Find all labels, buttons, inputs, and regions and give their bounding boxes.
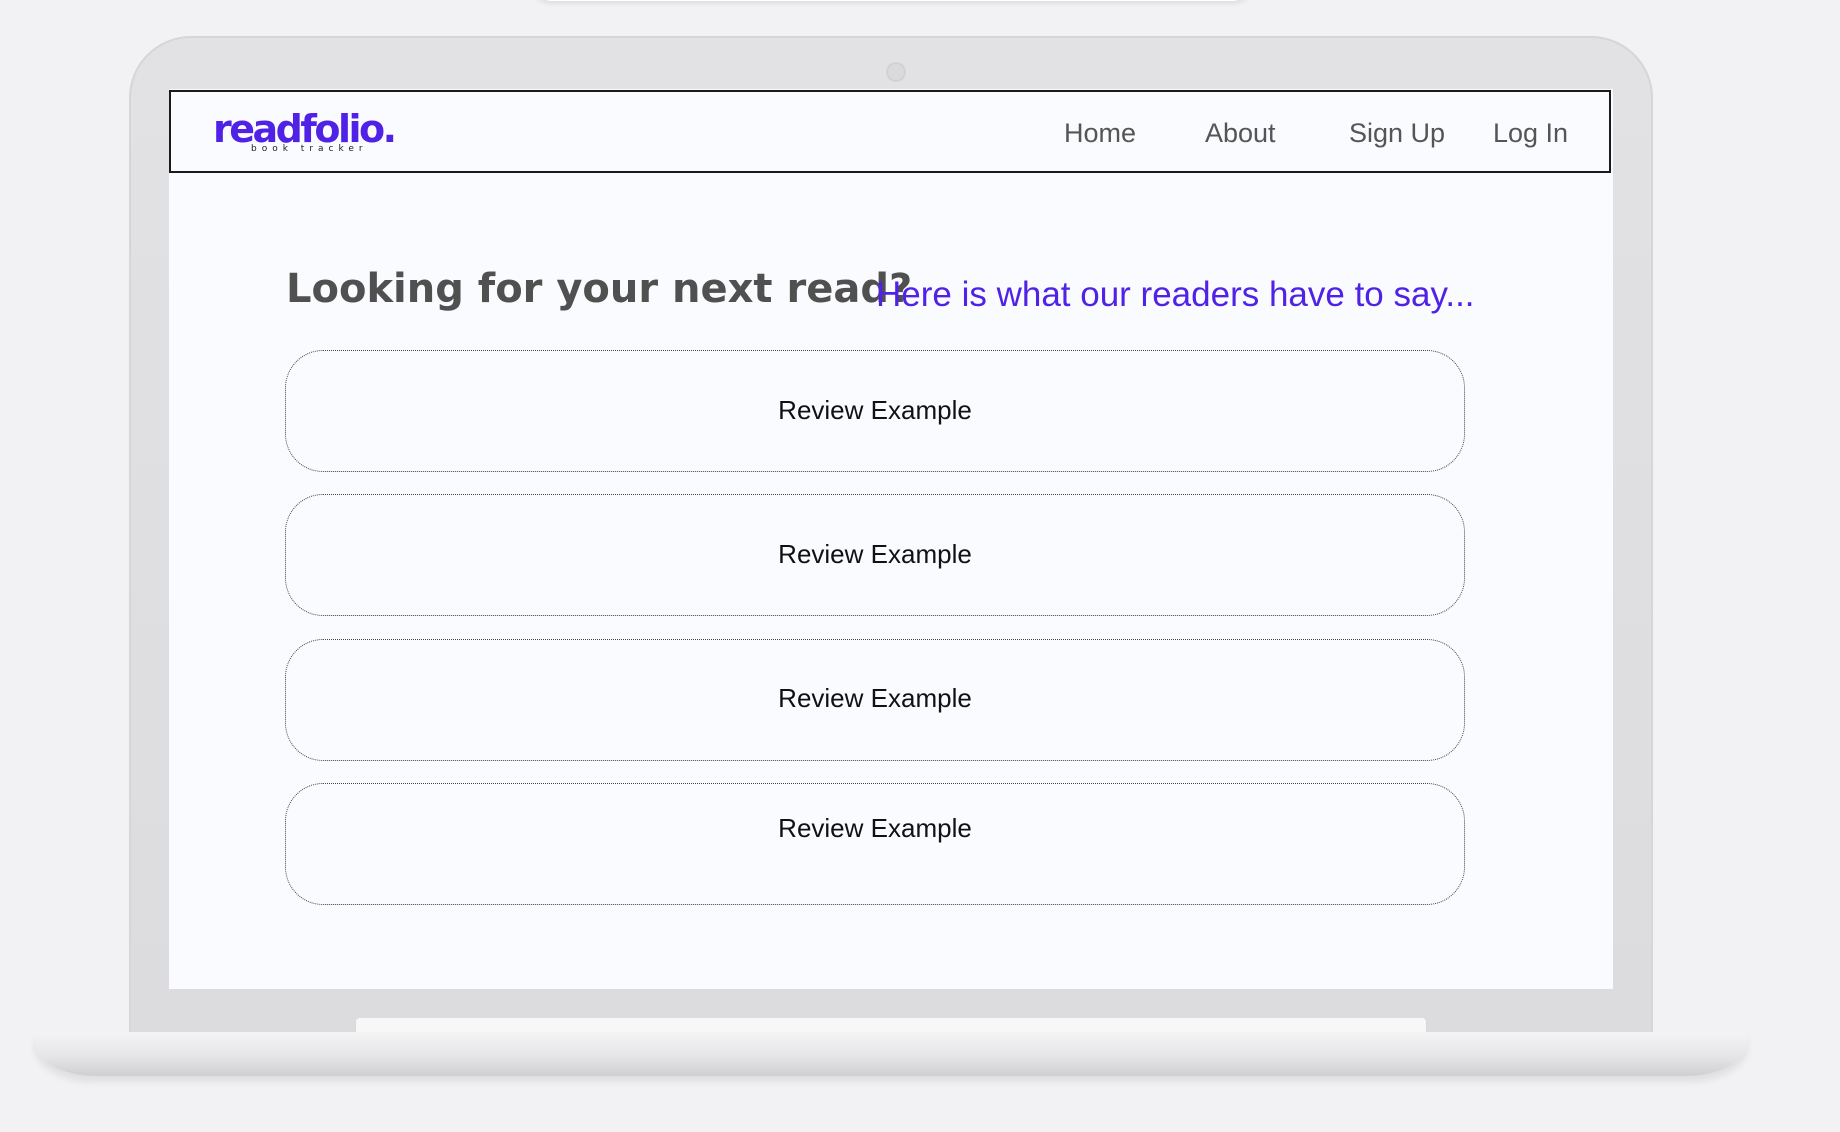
page-subtitle: Here is what our readers have to say... (876, 275, 1475, 314)
review-title: Review Example (778, 813, 972, 843)
review-card[interactable]: Review Example (285, 783, 1465, 905)
laptop-base (35, 1032, 1747, 1076)
navbar: readfolio. book tracker Home About Sign … (169, 90, 1611, 173)
review-title: Review Example (778, 539, 972, 569)
review-title: Review Example (778, 683, 972, 713)
page-title: Looking for your next read? (286, 266, 913, 312)
nav-sign-up-link[interactable]: Sign Up (1349, 118, 1445, 148)
brand-tagline: book tracker (251, 144, 368, 154)
brand-logo[interactable]: readfolio. book tracker (213, 106, 397, 156)
review-card[interactable]: Review Example (285, 639, 1465, 761)
review-card[interactable]: Review Example (285, 494, 1465, 616)
laptop-screen: readfolio. book tracker Home About Sign … (169, 89, 1613, 989)
floating-card (528, 0, 1256, 1)
nav-log-in-link[interactable]: Log In (1493, 118, 1568, 148)
camera-icon (886, 62, 906, 82)
nav-home-link[interactable]: Home (1064, 118, 1136, 148)
nav-about-link[interactable]: About (1205, 118, 1276, 148)
review-title: Review Example (778, 395, 972, 425)
review-card[interactable]: Review Example (285, 350, 1465, 472)
